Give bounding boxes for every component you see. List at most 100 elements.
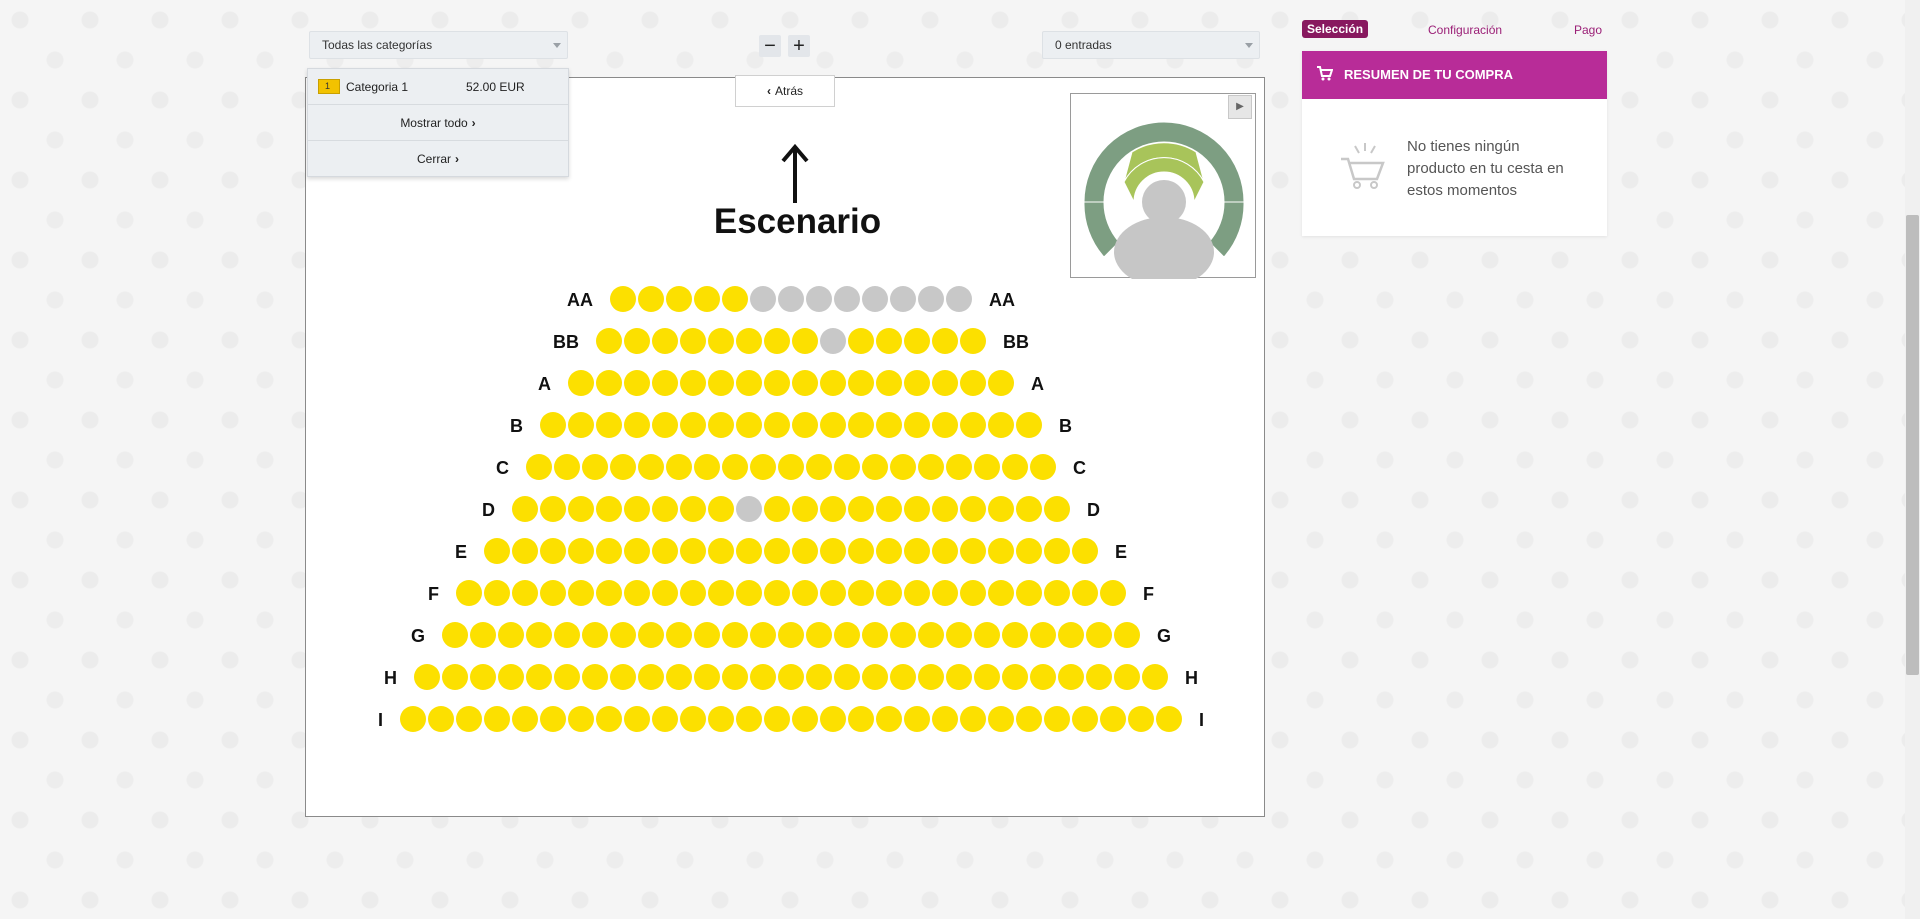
seat[interactable]	[918, 454, 944, 480]
seat[interactable]	[876, 580, 902, 606]
seat[interactable]	[414, 664, 440, 690]
seat[interactable]	[1030, 454, 1056, 480]
seat[interactable]	[960, 412, 986, 438]
seat[interactable]	[778, 664, 804, 690]
seat[interactable]	[568, 580, 594, 606]
seat[interactable]	[792, 370, 818, 396]
seat[interactable]	[1058, 664, 1084, 690]
seat[interactable]	[652, 580, 678, 606]
seat[interactable]	[848, 370, 874, 396]
seat[interactable]	[540, 412, 566, 438]
seat[interactable]	[932, 328, 958, 354]
seat[interactable]	[1016, 412, 1042, 438]
seat[interactable]	[932, 496, 958, 522]
seat[interactable]	[1044, 580, 1070, 606]
seat[interactable]	[708, 538, 734, 564]
seat[interactable]	[624, 496, 650, 522]
seat[interactable]	[666, 664, 692, 690]
seat[interactable]	[680, 370, 706, 396]
seat[interactable]	[904, 328, 930, 354]
seat[interactable]	[694, 286, 720, 312]
seat[interactable]	[862, 664, 888, 690]
seat[interactable]	[750, 664, 776, 690]
seat[interactable]	[568, 496, 594, 522]
seat[interactable]	[694, 454, 720, 480]
seat[interactable]	[960, 328, 986, 354]
seat[interactable]	[512, 538, 538, 564]
seat[interactable]	[400, 706, 426, 732]
seat[interactable]	[680, 412, 706, 438]
seat[interactable]	[680, 538, 706, 564]
seat[interactable]	[652, 706, 678, 732]
seat[interactable]	[708, 706, 734, 732]
seat[interactable]	[820, 538, 846, 564]
step-selection[interactable]: Selección	[1302, 20, 1369, 38]
seat[interactable]	[988, 580, 1014, 606]
venue-minimap[interactable]	[1070, 93, 1256, 287]
seat[interactable]	[526, 622, 552, 648]
seat[interactable]	[848, 328, 874, 354]
seat[interactable]	[736, 370, 762, 396]
seat[interactable]	[568, 706, 594, 732]
seat[interactable]	[848, 496, 874, 522]
seat[interactable]	[498, 622, 524, 648]
seat[interactable]	[456, 580, 482, 606]
seat[interactable]	[708, 328, 734, 354]
seat[interactable]	[904, 370, 930, 396]
seat[interactable]	[540, 580, 566, 606]
seat[interactable]	[582, 664, 608, 690]
seat[interactable]	[596, 412, 622, 438]
seat[interactable]	[736, 706, 762, 732]
step-configuration[interactable]: Configuración	[1428, 23, 1502, 37]
seat[interactable]	[918, 664, 944, 690]
seat[interactable]	[932, 538, 958, 564]
seat[interactable]	[568, 538, 594, 564]
back-button[interactable]: ‹ Atrás	[735, 75, 835, 107]
seat[interactable]	[484, 580, 510, 606]
seat[interactable]	[708, 370, 734, 396]
seat[interactable]	[1100, 706, 1126, 732]
seat[interactable]	[792, 412, 818, 438]
seat[interactable]	[736, 412, 762, 438]
seat[interactable]	[596, 580, 622, 606]
seat[interactable]	[540, 496, 566, 522]
seat[interactable]	[750, 454, 776, 480]
seat[interactable]	[876, 706, 902, 732]
seat[interactable]	[820, 370, 846, 396]
seat[interactable]	[764, 538, 790, 564]
seat[interactable]	[918, 622, 944, 648]
seat[interactable]	[638, 622, 664, 648]
seat[interactable]	[442, 622, 468, 648]
seat[interactable]	[582, 622, 608, 648]
seat[interactable]	[1016, 496, 1042, 522]
seat[interactable]	[596, 328, 622, 354]
seat[interactable]	[750, 622, 776, 648]
seat[interactable]	[932, 412, 958, 438]
show-all-button[interactable]: Mostrar todo ›	[308, 105, 568, 141]
seat[interactable]	[890, 454, 916, 480]
seat[interactable]	[974, 454, 1000, 480]
seat[interactable]	[792, 328, 818, 354]
seat[interactable]	[596, 496, 622, 522]
seat[interactable]	[946, 454, 972, 480]
seat[interactable]	[890, 622, 916, 648]
seat[interactable]	[1016, 580, 1042, 606]
seat[interactable]	[652, 496, 678, 522]
seat[interactable]	[722, 454, 748, 480]
seat[interactable]	[1072, 580, 1098, 606]
seat[interactable]	[624, 328, 650, 354]
seat[interactable]	[1044, 706, 1070, 732]
seat[interactable]	[848, 538, 874, 564]
seat[interactable]	[540, 706, 566, 732]
seat[interactable]	[680, 328, 706, 354]
seat[interactable]	[876, 496, 902, 522]
seat[interactable]	[582, 454, 608, 480]
seat[interactable]	[960, 580, 986, 606]
seat[interactable]	[1114, 622, 1140, 648]
seat[interactable]	[624, 580, 650, 606]
seat[interactable]	[890, 664, 916, 690]
seat[interactable]	[904, 496, 930, 522]
seat[interactable]	[778, 454, 804, 480]
seat[interactable]	[610, 286, 636, 312]
seat[interactable]	[792, 706, 818, 732]
